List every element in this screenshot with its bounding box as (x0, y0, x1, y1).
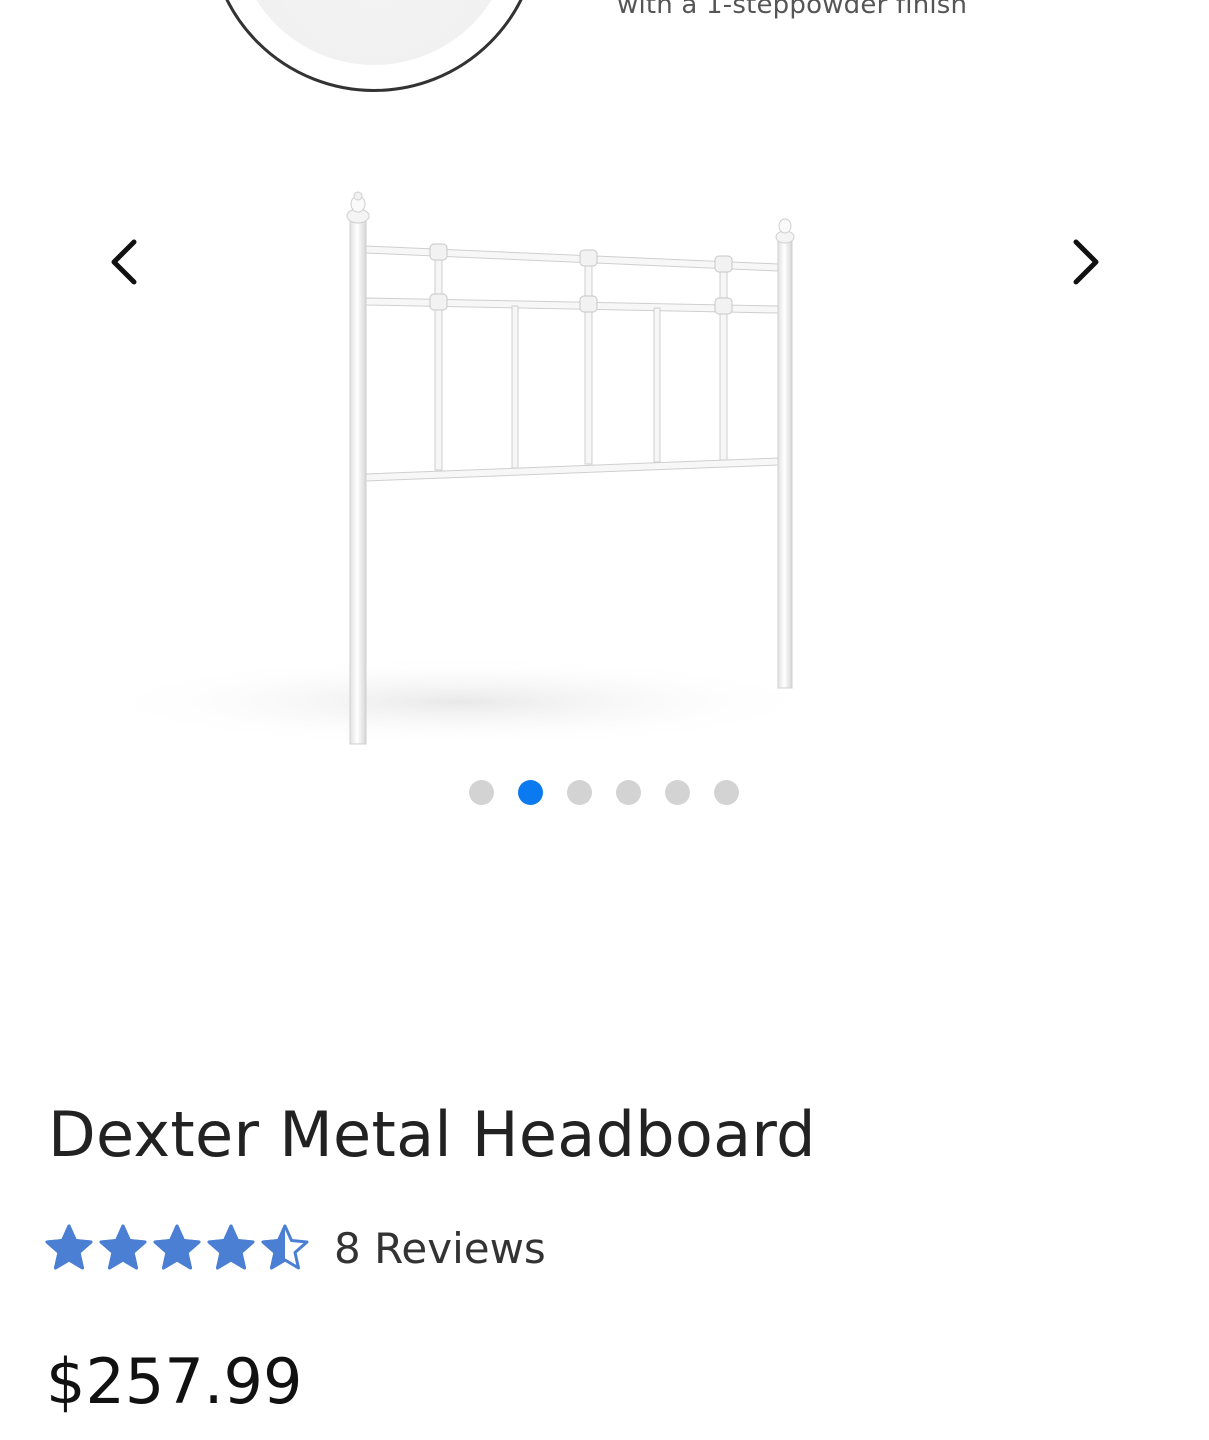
pagination-dot[interactable] (665, 779, 690, 805)
product-price: $257.99 (46, 1345, 303, 1418)
gallery-next-button[interactable] (1054, 230, 1118, 294)
pagination-dot[interactable] (469, 779, 494, 805)
star-full-icon (153, 1224, 201, 1270)
reviews-link[interactable]: 8 Reviews (334, 1224, 546, 1273)
pagination-dot[interactable] (567, 779, 592, 805)
rating-summary: 8 Reviews (44, 1218, 546, 1278)
star-full-icon (99, 1224, 147, 1270)
chevron-right-icon (1073, 239, 1099, 285)
star-full-icon (45, 1224, 93, 1270)
star-full-icon (207, 1224, 255, 1270)
pagination-dot-active[interactable] (518, 779, 543, 805)
slide-caption: with a 1-steppowder finish (617, 0, 968, 20)
product-gallery: with a 1-steppowder finish (0, 0, 1209, 840)
star-rating (44, 1223, 310, 1273)
pagination-dot[interactable] (714, 779, 739, 805)
product-image (90, 191, 830, 748)
finish-swatch-image (208, 0, 540, 92)
pagination-dot[interactable] (616, 779, 641, 805)
gallery-pagination (469, 779, 739, 805)
star-half-icon (261, 1224, 309, 1270)
product-title: Dexter Metal Headboard (48, 1098, 816, 1171)
